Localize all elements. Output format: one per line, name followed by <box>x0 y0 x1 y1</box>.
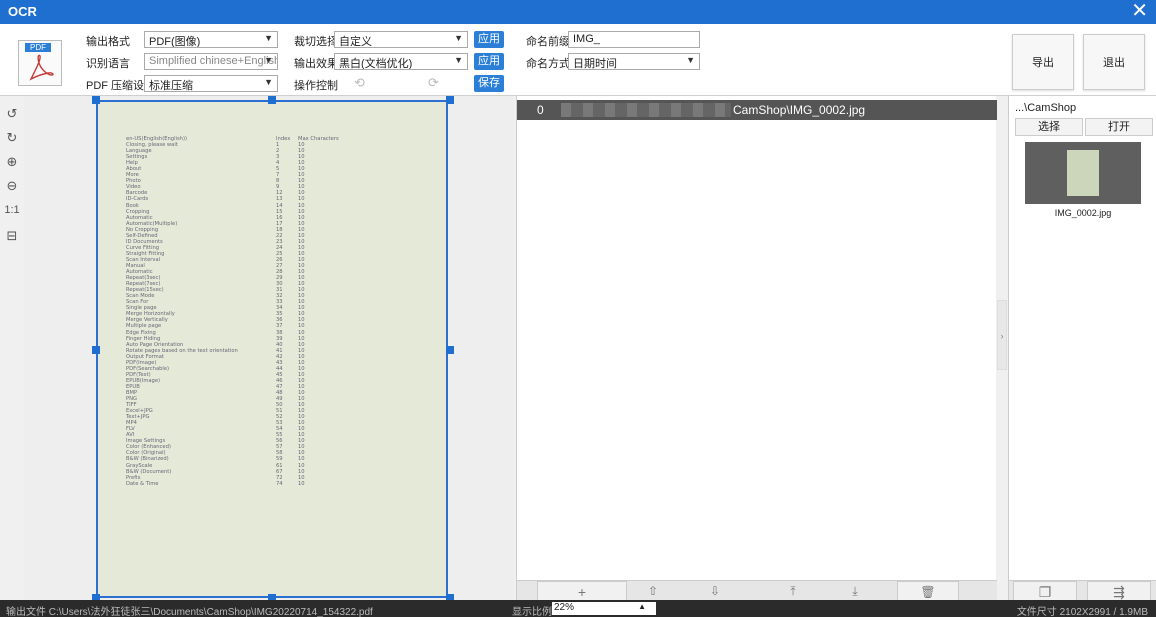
acrobat-icon <box>29 54 54 81</box>
crop-value: 自定义 <box>339 36 372 48</box>
crop-select[interactable]: 自定义 ▼ <box>334 31 468 48</box>
move-bottom-icon[interactable]: ⤓ <box>843 581 867 601</box>
ocr-language-select[interactable]: Simplified chinese+English ▼ <box>144 53 278 70</box>
prefix-label: 命名前缀 <box>526 36 570 48</box>
chevron-down-icon: ▼ <box>454 33 463 43</box>
list-actions: + ⇧ ⇩ ⤒ ⤓ 🗑 <box>517 580 997 601</box>
open-folder-button[interactable]: 打开 <box>1085 118 1153 136</box>
crop-handle-r[interactable] <box>446 346 454 354</box>
doc-cell-idx: 74 <box>276 480 283 487</box>
redacted-path <box>561 103 731 117</box>
crop-handle-t[interactable] <box>268 96 276 104</box>
ocr-language-label: 识别语言 <box>86 58 130 70</box>
zoom-in-icon[interactable]: ⊕ <box>3 154 21 174</box>
chevron-down-icon: ▼ <box>686 55 695 65</box>
save-button[interactable]: 保存 <box>474 75 504 92</box>
crop-handle-tr[interactable] <box>446 96 454 104</box>
fit-page-icon[interactable]: ⊟ <box>3 228 21 248</box>
chevron-down-icon: ▼ <box>454 55 463 65</box>
delete-icon[interactable]: 🗑 <box>897 581 959 601</box>
thumbnail-page <box>1067 150 1099 196</box>
panel-splitter[interactable]: › <box>997 300 1007 370</box>
rotate-right-icon[interactable]: ↻ <box>3 130 21 150</box>
copy-icon[interactable]: ❐ <box>1013 581 1077 601</box>
actual-size-icon[interactable]: 1:1 <box>3 204 21 224</box>
prefix-input[interactable]: IMG_ <box>568 31 700 48</box>
chevron-down-icon: ▼ <box>264 77 273 87</box>
document-page[interactable]: en-US(English(English)) Index Max Charac… <box>96 100 448 598</box>
output-folder-panel: ...\CamShop 选择 打开 IMG_0002.jpg ❐ ⇶ <box>1008 96 1156 601</box>
output-format-value: PDF(图像) <box>149 36 201 48</box>
app-title: OCR <box>8 4 37 19</box>
doc-cell-max: 10 <box>298 480 305 487</box>
choose-folder-button[interactable]: 选择 <box>1015 118 1083 136</box>
file-size: 文件尺寸 2102X2991 / 1.9MB <box>1016 607 1148 617</box>
toolbar: PDF 输出格式 PDF(图像) ▼ 识别语言 Simplified chine… <box>0 24 1156 96</box>
move-top-icon[interactable]: ⤒ <box>781 581 805 601</box>
title-bar: OCR ✕ <box>0 0 1156 24</box>
export-list-icon[interactable]: ⇶ <box>1087 581 1151 601</box>
pdf-format-icon: PDF <box>18 40 62 86</box>
file-index: 0 <box>537 103 544 117</box>
chevron-up-icon: ▲ <box>638 602 646 611</box>
export-button[interactable]: 导出 <box>1012 34 1074 90</box>
file-path: CamShop\IMG_0002.jpg <box>733 103 866 117</box>
pdf-tag: PDF <box>25 43 51 52</box>
naming-label: 命名方式 <box>526 58 570 70</box>
left-toolbar: ↺ ↻ ⊕ ⊖ 1:1 ⊟ <box>0 96 24 600</box>
file-list-panel: 0 CamShop\IMG_0002.jpg + ⇧ ⇩ ⤒ ⤓ 🗑 <box>516 96 997 601</box>
image-thumbnail[interactable] <box>1025 142 1141 204</box>
crop-handle-l[interactable] <box>92 346 100 354</box>
effect-value: 黑白(文档优化) <box>339 58 413 70</box>
zoom-label: 显示比例 <box>512 607 552 617</box>
naming-select[interactable]: 日期时间 ▼ <box>568 53 700 70</box>
move-down-icon[interactable]: ⇩ <box>703 581 727 601</box>
chevron-down-icon: ▼ <box>264 33 273 43</box>
file-list-row[interactable]: 0 CamShop\IMG_0002.jpg <box>517 100 997 120</box>
output-format-label: 输出格式 <box>86 36 130 48</box>
naming-value: 日期时间 <box>573 58 617 70</box>
effect-select[interactable]: 黑白(文档优化) ▼ <box>334 53 468 70</box>
ocr-language-value: Simplified chinese+English <box>149 55 278 67</box>
undo-icon[interactable]: ⟲ <box>354 75 365 91</box>
move-up-icon[interactable]: ⇧ <box>641 581 665 601</box>
crop-label: 裁切选择 <box>294 36 338 48</box>
zoom-value: 22% <box>554 602 575 613</box>
apply-effect-button[interactable]: 应用 <box>474 53 504 70</box>
output-file-path: 输出文件 C:\Users\法外狂徒张三\Documents\CamShop\I… <box>6 607 373 617</box>
add-button[interactable]: + <box>537 581 627 601</box>
crop-handle-tl[interactable] <box>92 96 100 104</box>
right-actions: ❐ ⇶ <box>1009 580 1156 601</box>
pdf-compress-value: 标准压缩 <box>149 80 193 92</box>
control-label: 操作控制 <box>294 80 338 92</box>
pdf-compress-select[interactable]: 标准压缩 ▼ <box>144 75 278 92</box>
apply-crop-button[interactable]: 应用 <box>474 31 504 48</box>
effect-label: 输出效果 <box>294 58 338 70</box>
chevron-down-icon: ▼ <box>264 55 273 65</box>
doc-cell-name: Date & Time <box>126 480 159 487</box>
status-bar: 输出文件 C:\Users\法外狂徒张三\Documents\CamShop\I… <box>0 600 1156 617</box>
redo-icon[interactable]: ⟳ <box>428 75 439 91</box>
zoom-out-icon[interactable]: ⊖ <box>3 178 21 198</box>
thumbnail-label: IMG_0002.jpg <box>1054 208 1112 218</box>
zoom-select[interactable]: 22% ▲ <box>552 602 656 615</box>
exit-button[interactable]: 退出 <box>1083 34 1145 90</box>
image-preview: en-US(English(English)) Index Max Charac… <box>24 96 514 602</box>
folder-path: ...\CamShop <box>1015 102 1077 114</box>
output-format-select[interactable]: PDF(图像) ▼ <box>144 31 278 48</box>
rotate-left-icon[interactable]: ↺ <box>3 106 21 126</box>
close-icon[interactable]: ✕ <box>1131 0 1148 22</box>
